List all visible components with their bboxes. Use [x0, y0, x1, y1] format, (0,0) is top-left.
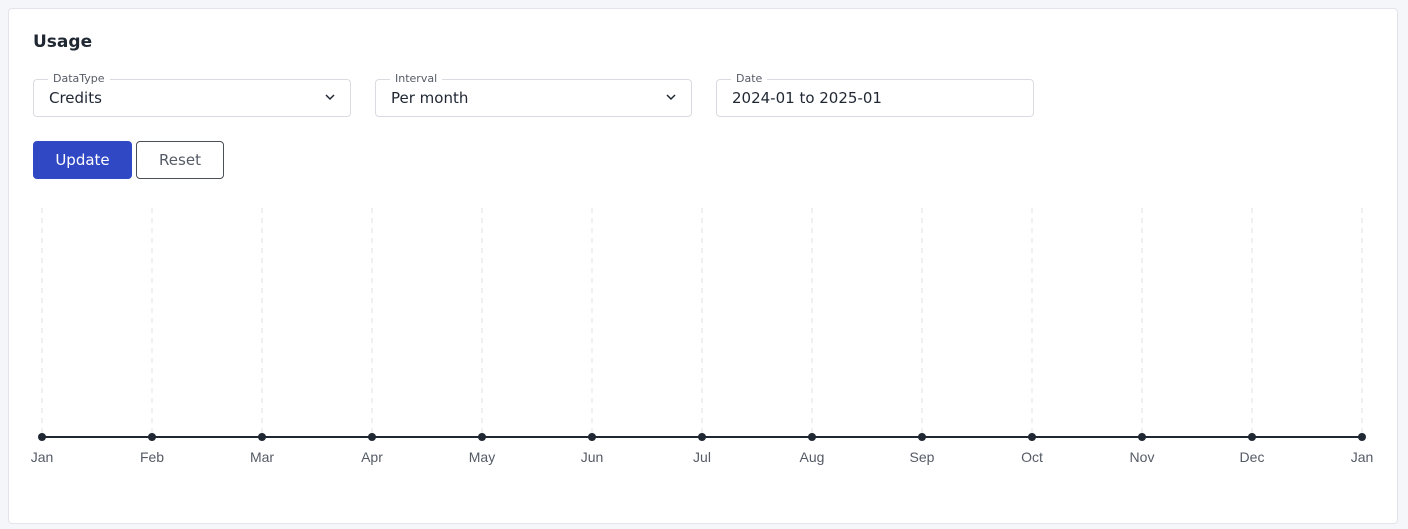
- data-point[interactable]: [1248, 433, 1256, 441]
- x-tick-label: Jan: [31, 449, 54, 465]
- x-tick-label: Mar: [250, 449, 274, 465]
- x-tick-label: May: [469, 449, 495, 465]
- data-point[interactable]: [588, 433, 596, 441]
- x-tick-label: Nov: [1130, 449, 1155, 465]
- data-point[interactable]: [1138, 433, 1146, 441]
- data-point[interactable]: [368, 433, 376, 441]
- data-point[interactable]: [38, 433, 46, 441]
- x-tick-label: Oct: [1021, 449, 1043, 465]
- data-point[interactable]: [918, 433, 926, 441]
- data-point[interactable]: [148, 433, 156, 441]
- data-point[interactable]: [478, 433, 486, 441]
- data-point[interactable]: [698, 433, 706, 441]
- data-point[interactable]: [1358, 433, 1366, 441]
- data-point[interactable]: [808, 433, 816, 441]
- data-point[interactable]: [258, 433, 266, 441]
- x-tick-label: Feb: [140, 449, 164, 465]
- x-tick-label: Jul: [693, 449, 711, 465]
- usage-line-chart: Jan Feb Mar Apr May Jun Jul Aug Sep Oct Nov Dec Jan: [31, 208, 1374, 465]
- data-point[interactable]: [1028, 433, 1036, 441]
- x-tick-label: Dec: [1240, 449, 1265, 465]
- x-tick-label: Aug: [800, 449, 825, 465]
- x-tick-label: Apr: [361, 449, 383, 465]
- x-tick-label: Jun: [581, 449, 604, 465]
- x-tick-label: Sep: [910, 449, 935, 465]
- x-tick-label: Jan: [1351, 449, 1374, 465]
